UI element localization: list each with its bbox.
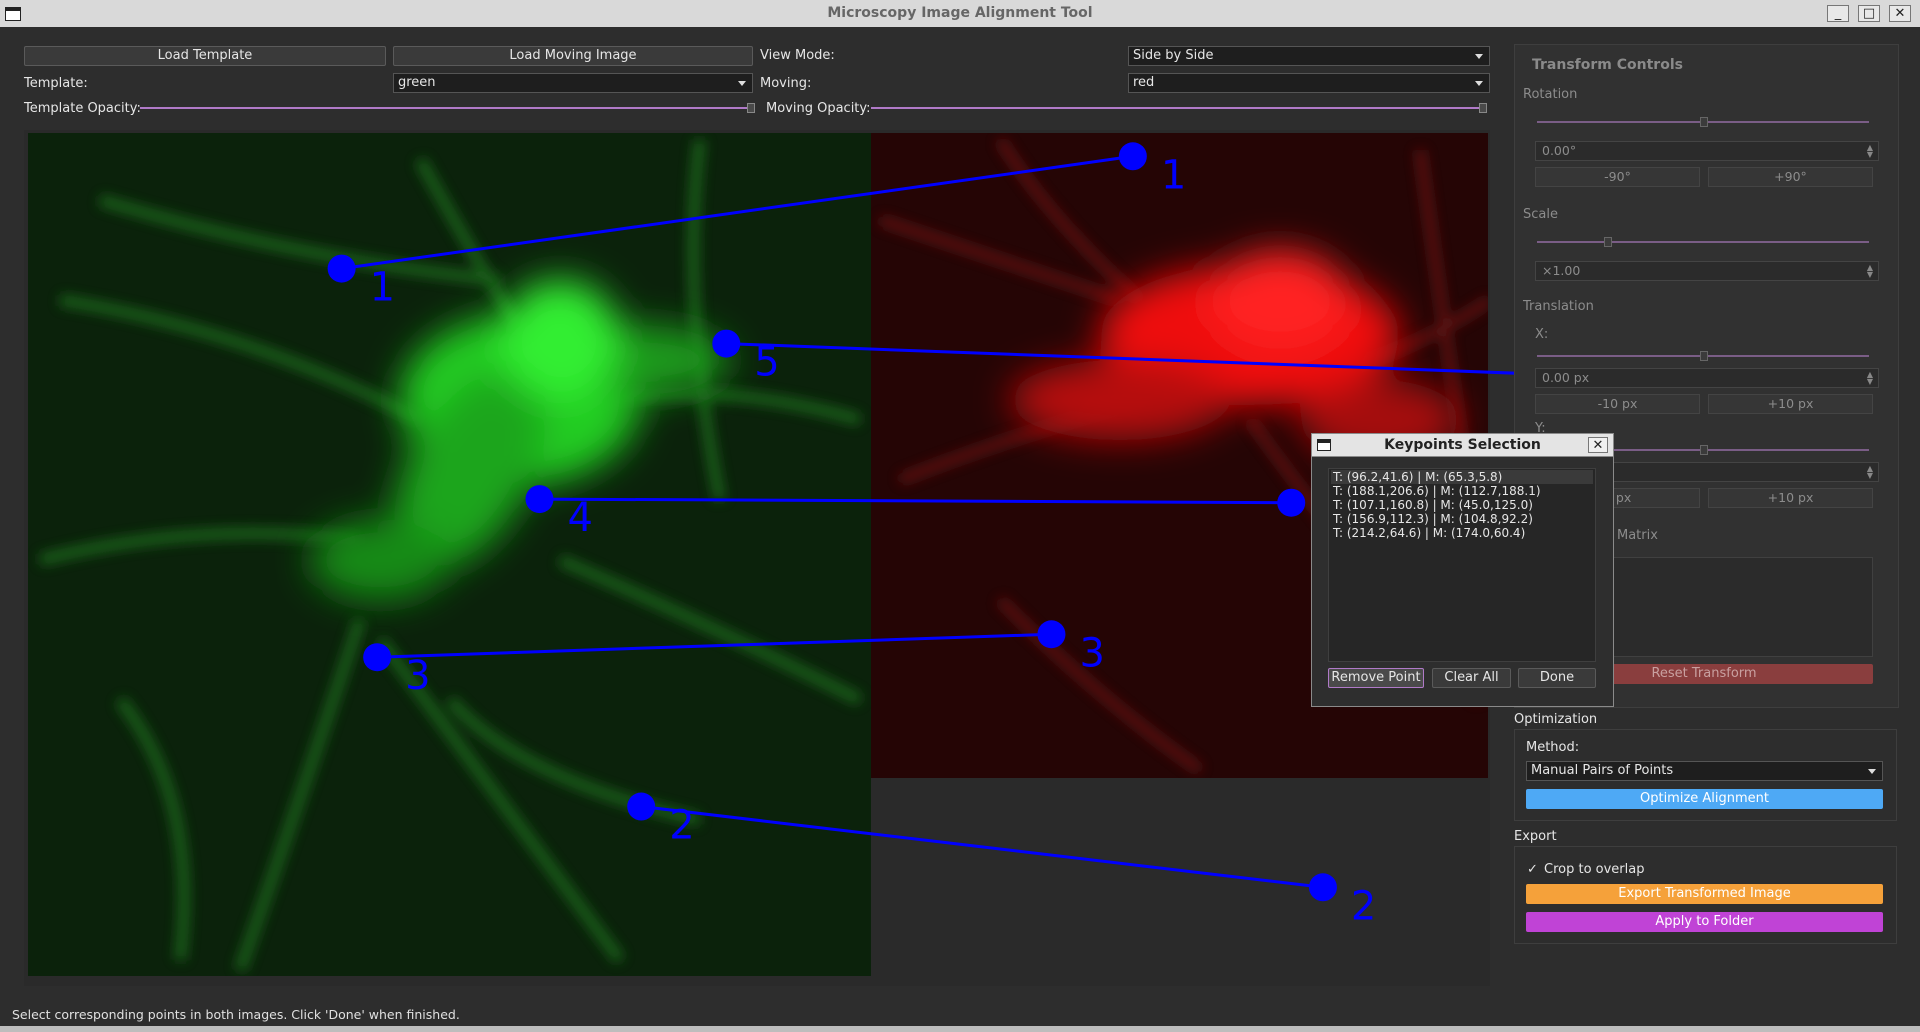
optimization-title: Optimization [1514, 712, 1598, 727]
matrix-label: Matrix [1617, 528, 1658, 543]
moving-keypoint-marker[interactable] [1118, 142, 1147, 171]
translation-label: Translation [1523, 299, 1594, 314]
window-bottom-edge [0, 1026, 1920, 1032]
moving-keypoint-label: 2 [1351, 883, 1376, 929]
rotate-plus-90-button[interactable]: +90° [1708, 167, 1873, 187]
rotation-value: 0.00° [1542, 143, 1577, 158]
template-keypoint-marker[interactable] [363, 643, 392, 672]
dialog-close-button[interactable]: ✕ [1588, 437, 1608, 453]
translation-x-slider-handle[interactable] [1700, 351, 1708, 361]
template-keypoint-label: 1 [370, 265, 395, 311]
spin-arrows-icon: ▲ ▼ [1866, 370, 1873, 386]
scale-spinbox[interactable]: ×1.00 ▲ ▼ [1535, 261, 1879, 281]
rotation-label: Rotation [1523, 87, 1578, 102]
rotation-slider-handle[interactable] [1700, 117, 1708, 127]
template-keypoint-marker[interactable] [327, 254, 356, 283]
scale-label: Scale [1523, 207, 1558, 222]
remove-point-button[interactable]: Remove Point [1328, 668, 1424, 688]
status-bar: Select corresponding points in both imag… [0, 1006, 1920, 1026]
template-keypoint-marker[interactable] [627, 792, 656, 821]
moving-keypoint-marker[interactable] [1308, 873, 1337, 902]
template-keypoint-label: 5 [754, 340, 779, 386]
method-select[interactable]: Manual Pairs of Points [1526, 761, 1883, 781]
scale-slider[interactable] [1537, 241, 1869, 243]
template-keypoint-label: 2 [669, 803, 694, 849]
keypoints-dialog-title: Keypoints Selection [1384, 437, 1541, 453]
method-value: Manual Pairs of Points [1531, 763, 1674, 778]
template-keypoint-label: 4 [567, 495, 592, 541]
keypoint-list-item[interactable]: T: (214.2,64.6) | M: (174.0,60.4) [1331, 526, 1593, 540]
chevron-down-icon [1868, 769, 1876, 774]
rotate-minus-90-button[interactable]: -90° [1535, 167, 1700, 187]
translation-y-slider-handle[interactable] [1700, 445, 1708, 455]
template-keypoint-marker[interactable] [525, 485, 554, 514]
scale-slider-handle[interactable] [1604, 237, 1612, 247]
optimize-alignment-button[interactable]: Optimize Alignment [1526, 789, 1883, 809]
translate-x-minus-button[interactable]: -10 px [1535, 394, 1700, 414]
keypoint-list-item[interactable]: T: (107.1,160.8) | M: (45.0,125.0) [1331, 498, 1593, 512]
moving-keypoint-label: 1 [1161, 152, 1186, 198]
spin-arrows-icon: ▲ ▼ [1866, 464, 1873, 480]
clear-all-button[interactable]: Clear All [1432, 668, 1511, 688]
keypoints-dialog-titlebar: Keypoints Selection ✕ [1311, 433, 1614, 457]
rotation-spinbox[interactable]: 0.00° ▲ ▼ [1535, 141, 1879, 161]
translation-x-label: X: [1535, 327, 1549, 342]
crop-to-overlap-label[interactable]: Crop to overlap [1544, 862, 1644, 877]
translation-x-value: 0.00 px [1542, 370, 1590, 385]
keypoint-list-item[interactable]: T: (156.9,112.3) | M: (104.8,92.2) [1331, 512, 1593, 526]
template-image [28, 133, 871, 976]
keypoint-list-item[interactable]: T: (96.2,41.6) | M: (65.3,5.8) [1331, 470, 1593, 484]
translation-x-spinbox[interactable]: 0.00 px ▲ ▼ [1535, 368, 1879, 388]
template-keypoint-label: 3 [405, 653, 430, 699]
method-label: Method: [1526, 740, 1580, 755]
moving-keypoint-marker[interactable] [1037, 620, 1066, 649]
moving-keypoint-marker[interactable] [1277, 488, 1306, 517]
spin-arrows-icon: ▲ ▼ [1866, 143, 1873, 159]
moving-keypoint-label: 3 [1079, 630, 1104, 676]
scale-value: ×1.00 [1542, 263, 1581, 278]
main-window: Microscopy Image Alignment Tool _ □ ✕ Lo… [0, 0, 1920, 1032]
done-button[interactable]: Done [1518, 668, 1596, 688]
export-title: Export [1514, 829, 1557, 844]
crop-checkbox[interactable]: ✓ [1527, 862, 1538, 877]
translate-x-plus-button[interactable]: +10 px [1708, 394, 1873, 414]
spin-arrows-icon: ▲ ▼ [1866, 263, 1873, 279]
export-transformed-image-button[interactable]: Export Transformed Image [1526, 884, 1883, 904]
keypoint-list-item[interactable]: T: (188.1,206.6) | M: (112.7,188.1) [1331, 484, 1593, 498]
status-text: Select corresponding points in both imag… [12, 1007, 460, 1022]
translate-y-plus-button[interactable]: +10 px [1708, 488, 1873, 508]
apply-to-folder-button[interactable]: Apply to Folder [1526, 912, 1883, 932]
template-keypoint-marker[interactable] [712, 329, 741, 358]
transform-controls-title: Transform Controls [1532, 57, 1683, 73]
